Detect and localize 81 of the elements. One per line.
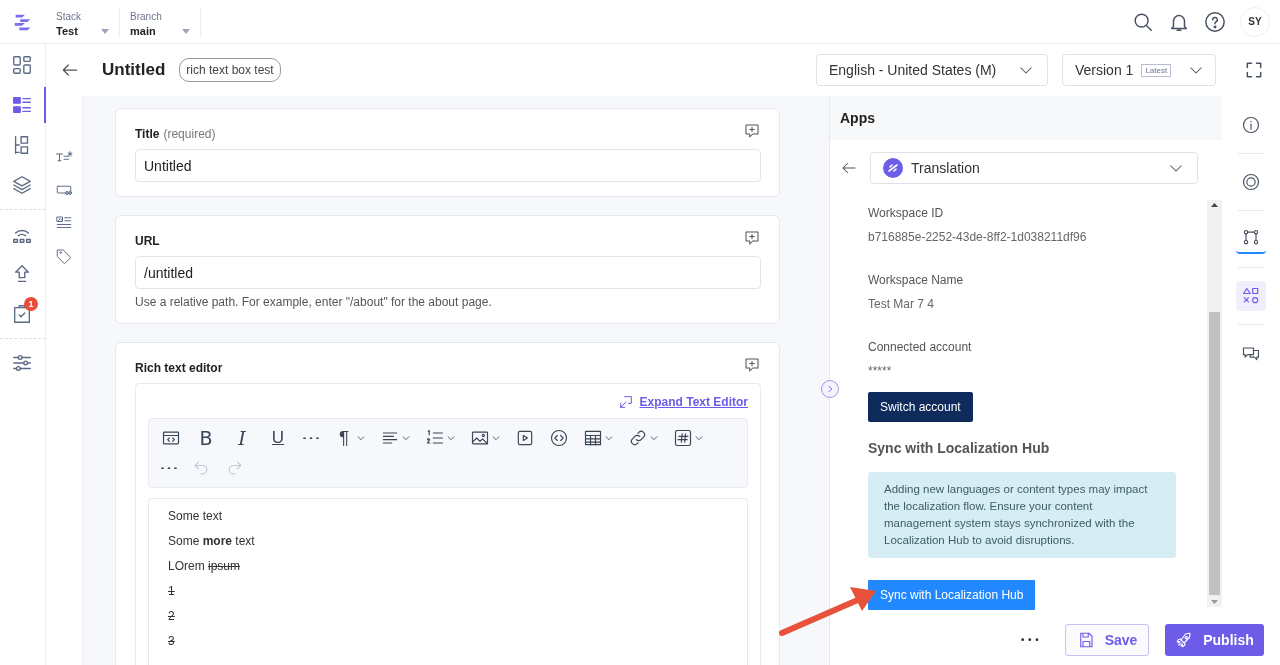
chevron-right-icon <box>825 384 835 394</box>
switch-account-button[interactable]: Switch account <box>868 392 973 422</box>
more-icon[interactable] <box>1021 638 1039 642</box>
clipboard-icon <box>11 303 33 325</box>
scrollbar[interactable] <box>1207 200 1222 607</box>
save-button[interactable]: Save <box>1065 624 1149 656</box>
entry-title: Untitled <box>102 60 166 80</box>
caret-icon <box>446 433 456 443</box>
nav-item[interactable]: 1 <box>0 296 46 332</box>
field-label: Rich text editor <box>135 361 223 375</box>
caret-icon <box>101 28 109 34</box>
expand-icon[interactable] <box>617 394 634 410</box>
embed-icon <box>549 428 569 448</box>
dashboard-icon <box>11 54 33 76</box>
paragraph: Some more text <box>168 534 256 549</box>
caret-icon <box>604 433 614 443</box>
paragraph: LOrem ipsum <box>168 559 242 574</box>
switcher-label: Stack <box>56 10 81 22</box>
paragraph-button[interactable]: ¶ <box>331 425 368 451</box>
switcher-value[interactable]: main <box>130 24 162 37</box>
caret-icon <box>401 433 411 443</box>
underline-button[interactable]: U <box>265 425 291 451</box>
hashtag-icon <box>673 428 693 448</box>
more-icon <box>161 466 177 470</box>
info-icon <box>1241 115 1261 135</box>
paragraph: 2 <box>168 609 176 624</box>
section-heading: Sync with Localization Hub <box>868 440 1051 456</box>
field-label: Title (required) <box>135 127 216 141</box>
text-input[interactable]: /untitled <box>135 256 761 289</box>
editor-body[interactable]: Some text Some more text LOrem ipsum 1 2 3 <box>148 498 748 665</box>
tool-button[interactable] <box>1236 281 1266 311</box>
switcher-value[interactable]: Test <box>56 24 81 37</box>
setting-value: Test Mar 7 4 <box>868 297 936 311</box>
publish-button[interactable]: Publish <box>1165 624 1264 656</box>
comment-add-icon[interactable] <box>743 122 761 140</box>
setting-value: ***** <box>868 364 893 378</box>
panel-title: Apps <box>830 96 1222 140</box>
setting-label: Connected account <box>868 340 973 354</box>
paragraph: 1 <box>168 584 176 599</box>
layers-icon <box>11 174 33 196</box>
help-text: Use a relative path. For example, enter "/about" for the about page. <box>135 295 493 309</box>
locale-dropdown[interactable]: English - United States (M) <box>816 54 1048 86</box>
field-label: URL <box>135 234 160 248</box>
info-notice: Adding new languages or content types may impact the localization flow. Ensure your content management system stays synchronized with the Localization Hub to avoid disruptions. <box>868 472 1176 558</box>
app-dropdown[interactable]: Translation <box>870 152 1198 184</box>
caret-icon <box>649 433 659 443</box>
shapes-icon <box>1241 286 1261 306</box>
latest-badge: Latest <box>1141 63 1172 77</box>
list-icon <box>11 94 33 116</box>
video-icon <box>515 428 535 448</box>
target-icon <box>1241 172 1261 192</box>
scrollbar-thumb[interactable] <box>1209 312 1220 595</box>
version-dropdown[interactable]: Version 1 Latest <box>1062 54 1216 86</box>
help-icon[interactable] <box>1204 10 1226 33</box>
italic-button[interactable]: I <box>229 425 255 451</box>
comment-add-icon[interactable] <box>743 229 761 247</box>
caret-icon <box>181 28 190 34</box>
count-badge: 1 <box>24 297 38 311</box>
bold-button[interactable]: B <box>193 425 219 451</box>
caret-icon <box>356 433 366 443</box>
entry-tag: rich text box test <box>179 58 281 82</box>
search-icon[interactable] <box>1132 10 1154 33</box>
link-icon <box>628 428 648 448</box>
rocket-icon <box>1175 631 1194 649</box>
caret-icon <box>694 433 704 443</box>
comment-add-icon[interactable] <box>743 356 761 374</box>
fullscreen-icon[interactable] <box>1244 60 1264 80</box>
table-icon <box>583 428 603 448</box>
setting-label: Workspace ID <box>868 206 945 220</box>
text-input[interactable]: Untitled <box>135 149 761 182</box>
app-logo-icon <box>883 158 903 178</box>
more-icon <box>303 436 319 440</box>
setting-label: Workspace Name <box>868 273 965 287</box>
caret-icon <box>491 433 501 443</box>
sliders-icon <box>11 352 33 374</box>
paragraph: Some text <box>168 509 224 524</box>
paragraph: 3 <box>168 634 176 649</box>
switcher-label: Branch <box>130 10 162 22</box>
expand-link[interactable]: Expand Text Editor <box>639 395 748 409</box>
tag-icon[interactable] <box>55 247 73 265</box>
setting-value: b716885e-2252-43de-8ff2-1d038211df96 <box>868 230 1088 244</box>
